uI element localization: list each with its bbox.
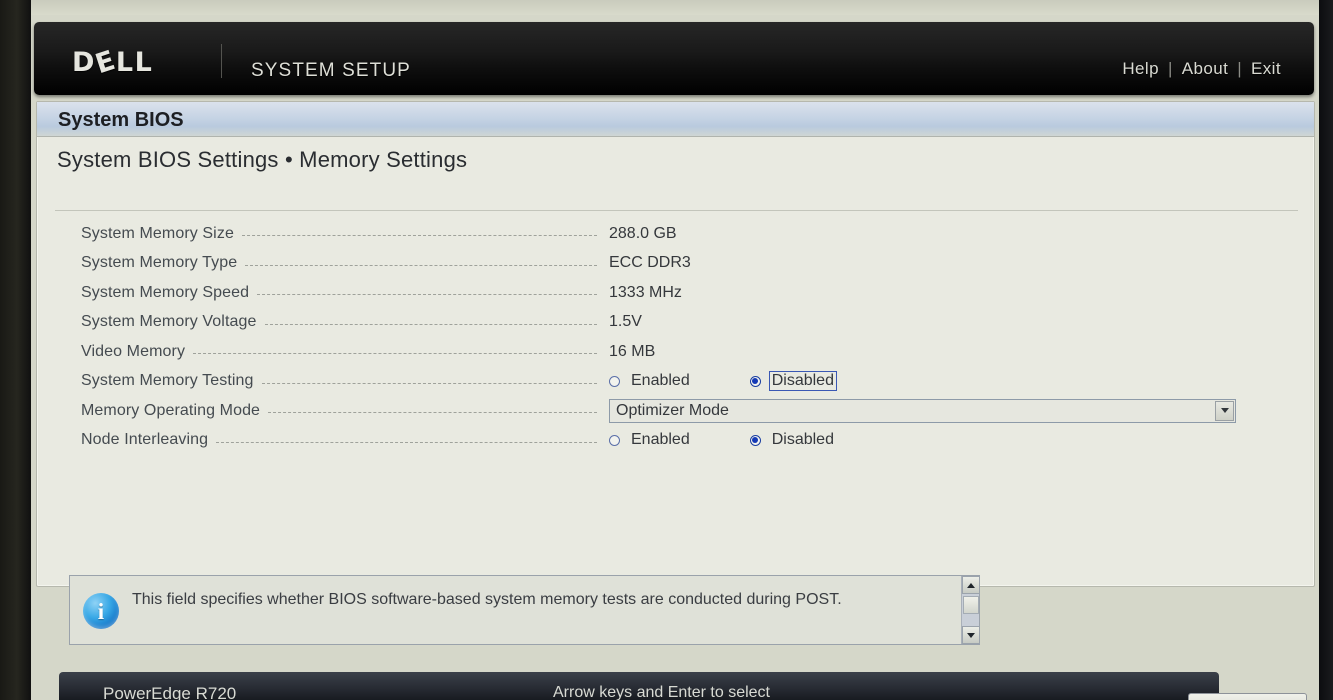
header-separator-1: | — [1167, 59, 1173, 78]
radio-option-enabled[interactable]: Enabled — [609, 372, 693, 390]
scroll-up-icon[interactable] — [962, 576, 980, 594]
footer-bar: PowerEdge R720 Arrow keys and Enter to s… — [59, 672, 1219, 700]
setting-row: Node Interleaving Enabled Disabled — [37, 426, 1314, 456]
setting-label: System Memory Speed — [81, 283, 250, 301]
setting-value: 288.0 GB — [609, 224, 677, 242]
panel-title-bar: System BIOS — [37, 102, 1314, 137]
setting-label: System Memory Size — [81, 224, 234, 242]
breadcrumb-divider — [55, 210, 1298, 211]
setting-row: System Memory Type ECC DDR3 — [37, 249, 1314, 279]
settings-list: System Memory Size 288.0 GB System Memory … — [37, 219, 1314, 455]
app-title: SYSTEM SETUP — [251, 60, 411, 81]
help-text: This field specifies whether BIOS softwa… — [132, 591, 842, 608]
leader-dots — [264, 323, 597, 325]
radio-option-label: Disabled — [768, 371, 837, 392]
header-links: Help | About | Exit — [1122, 59, 1281, 79]
scroll-down-icon[interactable] — [962, 626, 980, 644]
radio-unchecked-icon — [609, 434, 620, 446]
breadcrumb: System BIOS Settings • Memory Settings — [57, 147, 468, 172]
about-link[interactable]: About — [1182, 59, 1228, 79]
leader-dots — [261, 382, 597, 384]
system-model: PowerEdge R720 — [103, 684, 237, 700]
leader-dots — [268, 411, 598, 414]
chevron-down-icon[interactable] — [1215, 400, 1234, 421]
setting-value: 1333 MHz — [609, 283, 682, 301]
radio-option-label: Enabled — [631, 431, 690, 449]
bezel-top-edge — [31, 0, 1319, 15]
setting-value: ECC DDR3 — [609, 254, 691, 272]
header-divider — [221, 44, 222, 78]
bezel-right-edge — [1319, 0, 1333, 700]
setting-row: System Memory Speed 1333 MHz — [37, 278, 1314, 308]
radio-unchecked-icon — [609, 375, 620, 387]
radio-checked-icon — [749, 375, 761, 387]
help-box: i This field specifies whether BIOS soft… — [69, 575, 980, 645]
setting-row: System Memory Size 288.0 GB — [37, 219, 1314, 249]
radio-checked-icon — [749, 434, 761, 446]
radio-option-disabled[interactable]: Disabled — [749, 371, 837, 392]
setting-label: System Memory Testing — [81, 372, 254, 390]
help-link[interactable]: Help — [1122, 59, 1159, 79]
setting-row: Memory Operating Mode Optimizer Mode — [37, 396, 1314, 426]
dell-logo: DELL — [72, 44, 154, 81]
setting-row: Video Memory 16 MB — [37, 337, 1314, 367]
help-scrollbar[interactable] — [961, 576, 980, 644]
leader-dots — [245, 264, 598, 266]
leader-dots — [216, 441, 598, 443]
footer-hint: Arrow keys and Enter to select — [553, 684, 770, 700]
setting-label: Node Interleaving — [81, 431, 209, 449]
leader-dots — [241, 234, 597, 237]
leader-dots — [193, 352, 598, 355]
setting-value: 16 MB — [609, 342, 656, 360]
setting-row: System Memory Voltage 1.5V — [37, 308, 1314, 338]
header-separator-2: | — [1237, 59, 1243, 78]
bezel-left-edge — [0, 0, 31, 700]
radio-option-enabled[interactable]: Enabled — [609, 431, 693, 449]
setting-label: System Memory Voltage — [81, 313, 257, 331]
page-title: System BIOS — [58, 109, 184, 131]
select-value: Optimizer Mode — [616, 401, 729, 419]
monitor-bezel: DELL SYSTEM SETUP Help | About | Exit Sy… — [0, 0, 1333, 700]
radio-option-label: Disabled — [771, 431, 834, 449]
radio-group: Enabled Disabled — [609, 371, 837, 392]
memory-operating-mode-select[interactable]: Optimizer Mode — [609, 398, 1236, 423]
main-panel: System BIOS System BIOS Settings • Memor… — [36, 101, 1315, 587]
radio-option-label: Enabled — [631, 372, 690, 390]
setting-label: System Memory Type — [81, 254, 238, 272]
setting-label: Video Memory — [81, 342, 186, 360]
scrollbar-thumb[interactable] — [963, 596, 979, 614]
setting-label: Memory Operating Mode — [81, 401, 261, 419]
leader-dots — [257, 293, 598, 296]
radio-option-disabled[interactable]: Disabled — [749, 431, 837, 449]
info-icon: i — [83, 593, 119, 629]
radio-group: Enabled Disabled — [609, 431, 837, 449]
exit-link[interactable]: Exit — [1251, 59, 1281, 79]
setting-value: 1.5V — [609, 313, 642, 331]
bios-screen: DELL SYSTEM SETUP Help | About | Exit Sy… — [31, 15, 1319, 700]
setting-row: System Memory Testing Enabled Disabled — [37, 367, 1314, 397]
app-header: DELL SYSTEM SETUP Help | About | Exit — [34, 22, 1314, 95]
back-button[interactable]: Back — [1188, 693, 1307, 700]
